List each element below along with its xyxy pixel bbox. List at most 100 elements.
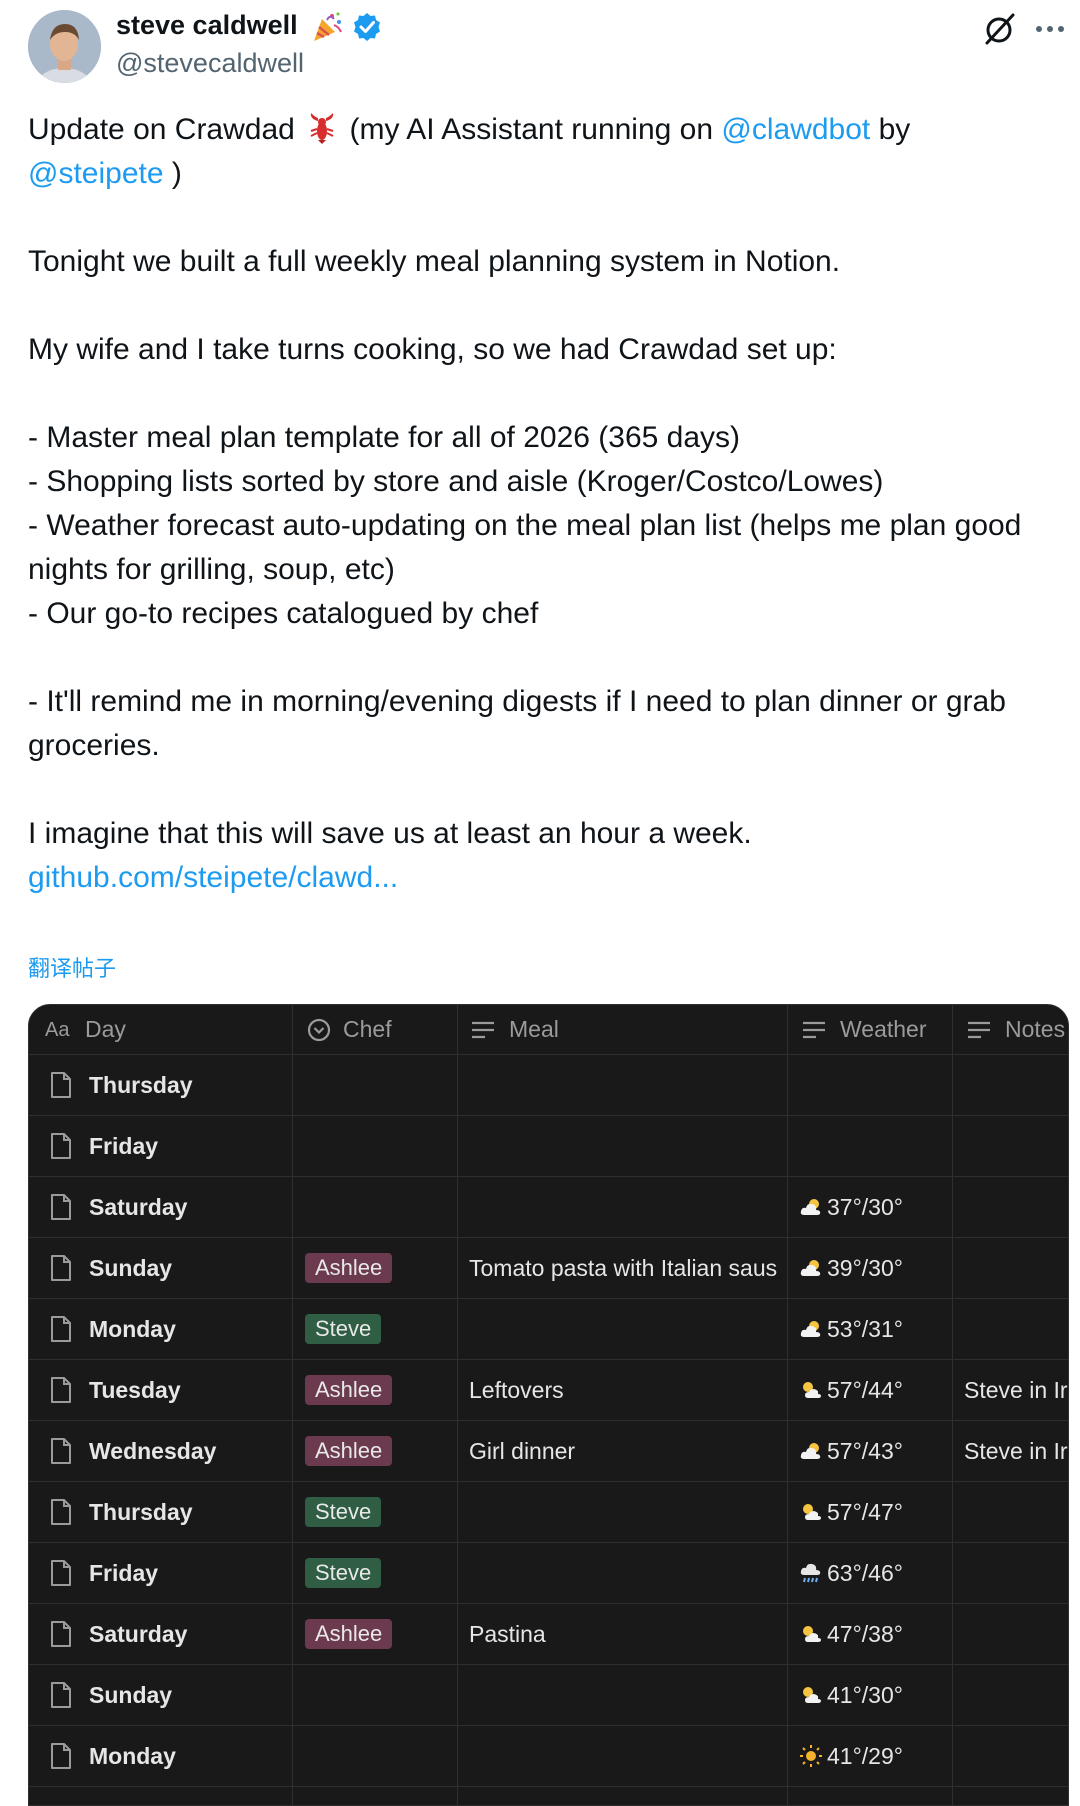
tweet-paragraph: - It'll remind me in morning/evening dig…: [28, 685, 1006, 762]
header-weather[interactable]: Weather: [840, 1005, 927, 1054]
tweet-bullet: - Master meal plan template for all of 2…: [28, 421, 741, 454]
grok-icon[interactable]: [981, 10, 1019, 48]
weather-cell[interactable]: 57°/44°: [799, 1360, 903, 1420]
weather-cell[interactable]: 39°/30°: [799, 1238, 903, 1298]
intro-close: ): [171, 157, 182, 190]
table-row[interactable]: Friday: [29, 1116, 1068, 1177]
table-row[interactable]: Thursday: [29, 1055, 1068, 1116]
tweet-paragraph: My wife and I take turns cooking, so we …: [28, 333, 837, 366]
chef-tag[interactable]: Ashlee: [305, 1619, 393, 1649]
notes-cell[interactable]: Steve in Ir: [964, 1421, 1068, 1481]
tweet-intro: Update on Crawdad (my AI Assistant runni…: [28, 108, 1048, 196]
header-meal[interactable]: Meal: [509, 1005, 559, 1054]
weather-cell[interactable]: 41°/29°: [799, 1726, 903, 1786]
page-doc-icon: [49, 1071, 73, 1099]
select-property-icon: [306, 1017, 332, 1043]
weather-cell[interactable]: 57°/47°: [799, 1482, 903, 1542]
weather-temp: 47°/38°: [827, 1621, 903, 1647]
tweet-header: steve caldwell @stevecaldwell: [0, 0, 1080, 96]
day-cell[interactable]: Sunday: [89, 1238, 172, 1298]
tweet-bullet: - Weather forecast auto-updating on the …: [28, 509, 1022, 586]
partly-sunny-icon: [799, 1669, 823, 1703]
partly-sunny-icon: [799, 1486, 823, 1520]
weather-cell[interactable]: 37°/30°: [799, 1177, 903, 1237]
avatar[interactable]: [28, 10, 101, 83]
chef-tag[interactable]: Ashlee: [305, 1436, 393, 1466]
mention-steipete[interactable]: @steipete: [28, 157, 164, 190]
notion-table-image[interactable]: Aa Day Chef Meal Weather Notes Thursday …: [28, 1004, 1069, 1806]
intro-text: Update on Crawdad: [28, 113, 295, 146]
chef-tag[interactable]: Ashlee: [305, 1253, 393, 1283]
cloudy-icon: [799, 1242, 823, 1276]
weather-cell[interactable]: 53°/31°: [799, 1299, 903, 1359]
sun-icon: [799, 1730, 823, 1767]
table-row[interactable]: Sunday Ashlee Tomato pasta with Italian sa…: [29, 1238, 1068, 1299]
cloudy-icon: [799, 1181, 823, 1215]
text-property-icon: [470, 1017, 496, 1043]
tweet-bullet: - Shopping lists sorted by store and ais…: [28, 465, 884, 498]
day-cell[interactable]: Thursday: [89, 1482, 193, 1542]
day-cell[interactable]: Friday: [89, 1543, 158, 1603]
meal-cell[interactable]: Girl dinner: [469, 1421, 792, 1481]
day-cell[interactable]: Monday: [89, 1299, 176, 1359]
github-link[interactable]: github.com/steipete/clawd...: [28, 861, 398, 894]
chef-tag[interactable]: Ashlee: [305, 1375, 393, 1405]
text-property-icon: [966, 1017, 992, 1043]
day-cell[interactable]: Sunday: [89, 1665, 172, 1725]
weather-cell[interactable]: 41°/30°: [799, 1665, 903, 1725]
tweet-bullet: - Our go-to recipes catalogued by chef: [28, 597, 539, 630]
header-notes[interactable]: Notes: [1005, 1005, 1065, 1054]
weather-temp: 63°/46°: [827, 1560, 903, 1586]
table-row[interactable]: Saturday 37°/30°: [29, 1177, 1068, 1238]
table-row[interactable]: Monday Steve 53°/31°: [29, 1299, 1068, 1360]
page-doc-icon: [49, 1620, 73, 1648]
cloudy-icon: [799, 1303, 823, 1337]
table-row[interactable]: Tuesday Ashlee Leftovers 57°/44° Steve in Ir: [29, 1360, 1068, 1421]
day-cell[interactable]: Wednesday: [89, 1421, 216, 1481]
chef-tag[interactable]: Steve: [305, 1497, 382, 1527]
meal-cell[interactable]: Tomato pasta with Italian saus: [469, 1238, 792, 1298]
chef-tag[interactable]: Steve: [305, 1558, 382, 1588]
day-cell[interactable]: Saturday: [89, 1604, 187, 1664]
translate-post-link[interactable]: 翻译帖子: [28, 951, 116, 983]
table-row[interactable]: Thursday Steve 57°/47°: [29, 1482, 1068, 1543]
table-row[interactable]: Sunday 41°/30°: [29, 1665, 1068, 1726]
page-doc-icon: [49, 1132, 73, 1160]
weather-cell[interactable]: 57°/43°: [799, 1421, 903, 1481]
day-cell[interactable]: Thursday: [89, 1055, 193, 1115]
user-handle[interactable]: @stevecaldwell: [116, 48, 304, 79]
weather-temp: 57°/43°: [827, 1438, 903, 1464]
table-row[interactable]: Monday 41°/29°: [29, 1726, 1068, 1787]
weather-cell[interactable]: 63°/46°: [799, 1543, 903, 1603]
mention-clawdbot[interactable]: @clawdbot: [721, 113, 870, 146]
day-cell[interactable]: Monday: [89, 1726, 176, 1786]
header-day[interactable]: Day: [85, 1005, 126, 1054]
table-row[interactable]: Friday Steve 63°/46°: [29, 1543, 1068, 1604]
day-cell[interactable]: Saturday: [89, 1177, 187, 1237]
meal-cell[interactable]: Leftovers: [469, 1360, 792, 1420]
chef-tag[interactable]: Steve: [305, 1314, 382, 1344]
table-row[interactable]: Saturday Ashlee Pastina 47°/38°: [29, 1604, 1068, 1665]
page-doc-icon: [49, 1376, 73, 1404]
more-options-icon[interactable]: [1031, 10, 1069, 48]
verified-badge-icon[interactable]: [352, 12, 382, 42]
weather-cell[interactable]: 47°/38°: [799, 1604, 903, 1664]
weather-temp: 57°/47°: [827, 1499, 903, 1525]
display-name[interactable]: steve caldwell: [116, 10, 298, 41]
table-row[interactable]: Wednesday Ashlee Girl dinner 57°/43° Steve i…: [29, 1421, 1068, 1482]
header-chef[interactable]: Chef: [343, 1005, 392, 1054]
table-header: Aa Day Chef Meal Weather Notes: [29, 1005, 1068, 1055]
tweet-paragraph: I imagine that this will save us at leas…: [28, 817, 752, 850]
weather-temp: 53°/31°: [827, 1316, 903, 1342]
page-doc-icon: [49, 1193, 73, 1221]
party-popper-icon: [310, 10, 344, 44]
svg-text:Aa: Aa: [45, 1019, 70, 1041]
meal-cell[interactable]: Pastina: [469, 1604, 792, 1664]
tweet-body: Update on Crawdad (my AI Assistant runni…: [28, 108, 1048, 900]
day-cell[interactable]: Friday: [89, 1116, 158, 1176]
weather-temp: 41°/30°: [827, 1682, 903, 1708]
day-cell[interactable]: Tuesday: [89, 1360, 181, 1420]
page-doc-icon: [49, 1315, 73, 1343]
notes-cell[interactable]: Steve in Ir: [964, 1360, 1068, 1420]
page-doc-icon: [49, 1437, 73, 1465]
